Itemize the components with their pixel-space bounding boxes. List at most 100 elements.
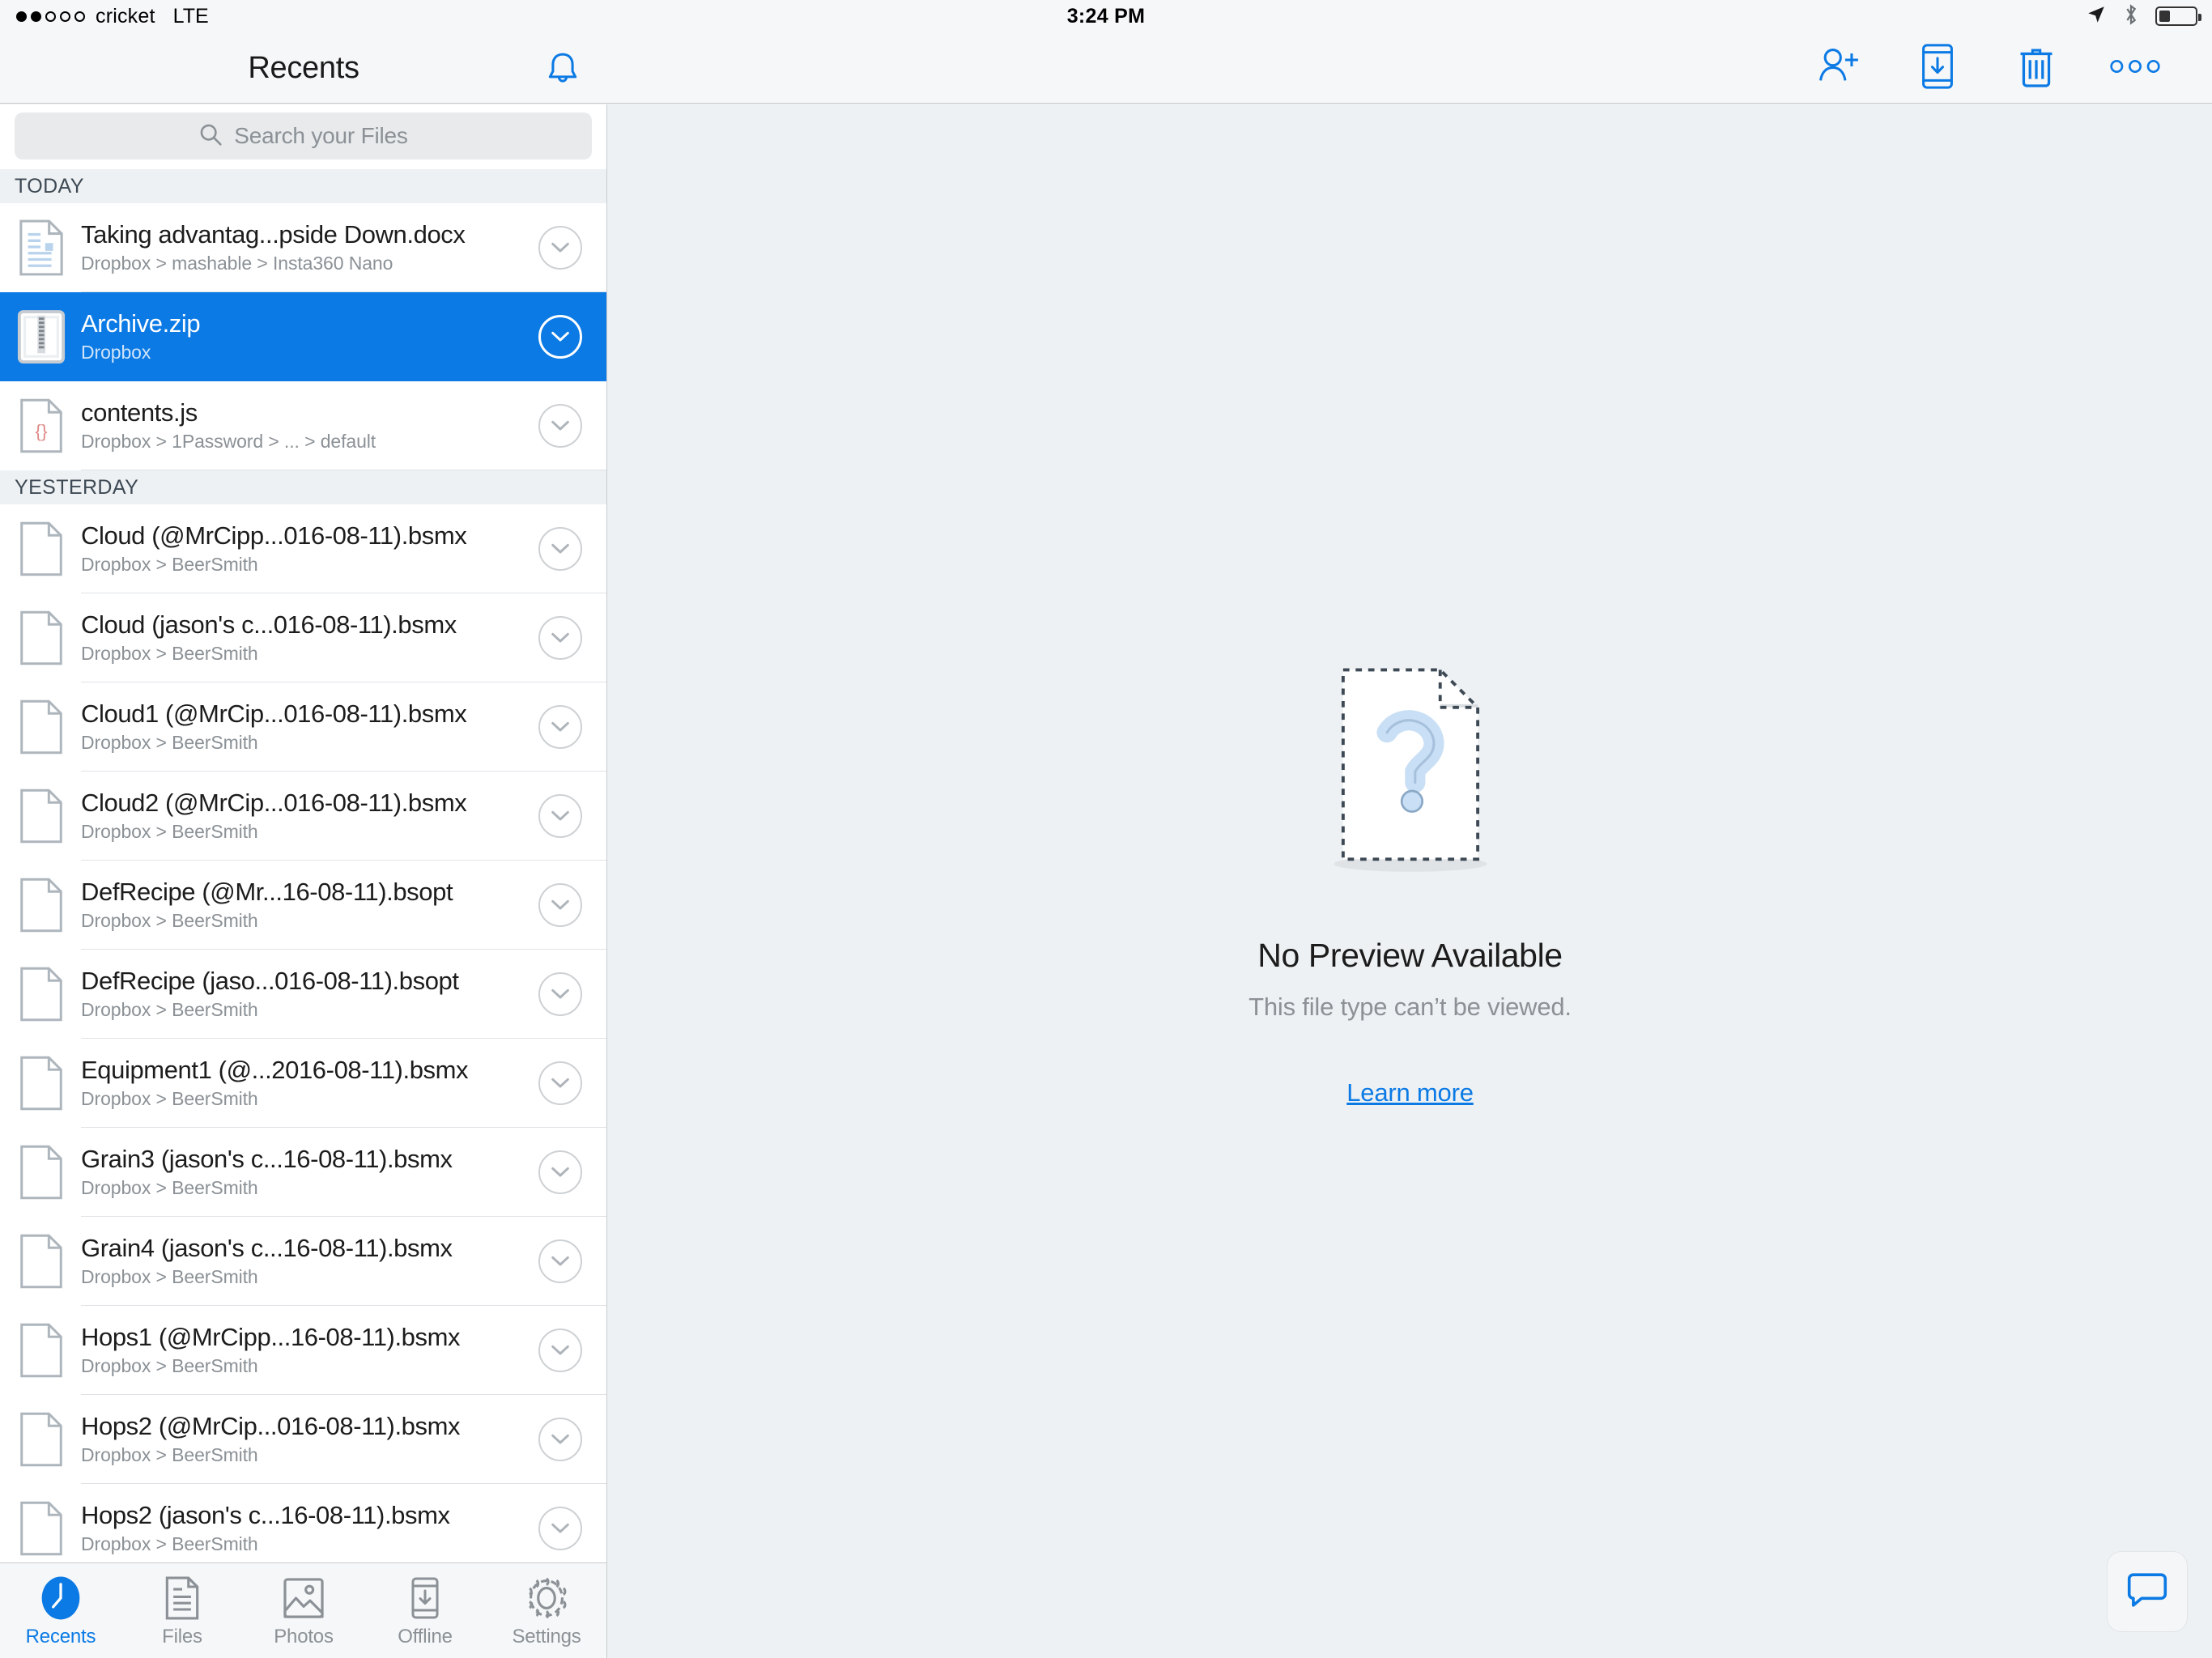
file-path: Dropbox > BeerSmith	[81, 821, 258, 843]
file-list-item[interactable]: Taking advantag...pside Down.docx Dropbox…	[0, 203, 606, 292]
file-actions-chevron-down-icon[interactable]	[538, 972, 582, 1016]
file-item-text: contents.js Dropbox > 1Password > ... > d…	[68, 399, 538, 453]
blank-file-icon	[15, 606, 68, 670]
device-download-icon	[1920, 43, 1955, 94]
file-actions-chevron-down-icon[interactable]	[538, 1507, 582, 1550]
search-icon	[198, 122, 223, 151]
file-list-item[interactable]: Hops1 (@MrCipp...16-08-11).bsmx Dropbox >…	[0, 1306, 606, 1395]
file-name: Grain4 (jason's c...16-08-11).bsmx	[81, 1234, 453, 1262]
tab-photos[interactable]: Photos	[243, 1563, 364, 1658]
file-item-text: DefRecipe (jaso...016-08-11).bsopt Dropbo…	[68, 967, 538, 1022]
file-name: DefRecipe (jaso...016-08-11).bsopt	[81, 967, 459, 995]
notifications-button[interactable]	[534, 50, 591, 91]
file-path: Dropbox > BeerSmith	[81, 1533, 258, 1555]
navigation-bar: Recents	[0, 32, 2212, 104]
status-bar: 3:24 PM cricket LTE	[0, 0, 2212, 32]
network-type-label: LTE	[172, 4, 209, 28]
file-name: Cloud (jason's c...016-08-11).bsmx	[81, 610, 457, 639]
blank-file-icon	[15, 1318, 68, 1383]
file-actions-chevron-down-icon[interactable]	[538, 315, 582, 359]
recents-file-list[interactable]: TODAY Taking advantag...pside Down.docx Dr…	[0, 169, 606, 1573]
file-actions-chevron-down-icon[interactable]	[538, 527, 582, 571]
file-list-item[interactable]: Cloud1 (@MrCip...016-08-11).bsmx Dropbox …	[0, 682, 606, 772]
blank-file-icon	[15, 695, 68, 759]
file-actions-chevron-down-icon[interactable]	[538, 705, 582, 749]
file-actions-chevron-down-icon[interactable]	[538, 616, 582, 660]
file-list-item[interactable]: Cloud2 (@MrCip...016-08-11).bsmx Dropbox …	[0, 772, 606, 861]
file-actions-chevron-down-icon[interactable]	[538, 1418, 582, 1461]
tab-recents[interactable]: Recents	[0, 1563, 121, 1658]
file-list-item[interactable]: Cloud (@MrCipp...016-08-11).bsmx Dropbox …	[0, 504, 606, 593]
file-actions-chevron-down-icon[interactable]	[538, 1239, 582, 1283]
search-input[interactable]: Search your Files	[15, 113, 592, 159]
file-list-item[interactable]: DefRecipe (jaso...016-08-11).bsopt Dropbo…	[0, 950, 606, 1039]
file-list-item[interactable]: DefRecipe (@Mr...16-08-11).bsopt Dropbox …	[0, 861, 606, 950]
file-list-item[interactable]: Hops2 (@MrCip...016-08-11).bsmx Dropbox >…	[0, 1395, 606, 1484]
save-to-device-button[interactable]	[1888, 32, 1987, 104]
more-options-button[interactable]	[2086, 32, 2184, 104]
file-path: Dropbox > BeerSmith	[81, 1266, 258, 1288]
file-name: contents.js	[81, 398, 198, 427]
blank-file-icon	[15, 1496, 68, 1561]
file-list-item[interactable]: Archive.zip Dropbox	[0, 292, 606, 381]
gear-icon	[524, 1574, 569, 1621]
location-arrow-icon	[2086, 4, 2107, 29]
file-item-text: Hops1 (@MrCipp...16-08-11).bsmx Dropbox >…	[68, 1324, 538, 1378]
status-bar-left: cricket LTE	[16, 5, 209, 28]
blank-file-icon	[15, 1229, 68, 1294]
file-list-item[interactable]: Grain3 (jason's c...16-08-11).bsmx Dropbo…	[0, 1128, 606, 1217]
file-list-item[interactable]: {} contents.js Dropbox > 1Password > ... >…	[0, 381, 606, 470]
file-name: Taking advantag...pside Down.docx	[81, 220, 466, 249]
file-actions-chevron-down-icon[interactable]	[538, 226, 582, 270]
share-add-person-button[interactable]	[1789, 32, 1888, 104]
file-name: Hops2 (@MrCip...016-08-11).bsmx	[81, 1412, 461, 1440]
device-download-icon	[408, 1574, 442, 1621]
file-actions-chevron-down-icon[interactable]	[538, 883, 582, 927]
person-add-icon	[1815, 43, 1862, 94]
file-name: Grain3 (jason's c...16-08-11).bsmx	[81, 1145, 453, 1173]
page-title: Recents	[248, 50, 359, 85]
no-preview-title: No Preview Available	[1257, 936, 1563, 974]
tab-files-label: Files	[162, 1625, 202, 1647]
blank-file-icon	[15, 1051, 68, 1116]
file-item-text: Archive.zip Dropbox	[68, 310, 538, 364]
blank-file-icon	[15, 784, 68, 848]
file-actions-chevron-down-icon[interactable]	[538, 794, 582, 838]
file-item-text: Cloud (@MrCipp...016-08-11).bsmx Dropbox …	[68, 522, 538, 576]
bell-icon	[545, 49, 581, 92]
file-path: Dropbox > BeerSmith	[81, 1444, 258, 1466]
svg-text:{}: {}	[36, 421, 48, 441]
tab-bar: Recents Files Photos Offline Settings	[0, 1562, 606, 1658]
doc-file-icon	[15, 215, 68, 280]
file-path: Dropbox > BeerSmith	[81, 643, 258, 665]
file-actions-chevron-down-icon[interactable]	[538, 1150, 582, 1194]
learn-more-link[interactable]: Learn more	[1346, 1078, 1474, 1107]
blank-file-icon	[15, 873, 68, 937]
tab-offline[interactable]: Offline	[364, 1563, 486, 1658]
file-list-item[interactable]: Equipment1 (@...2016-08-11).bsmx Dropbox …	[0, 1039, 606, 1128]
clock-icon	[38, 1574, 83, 1621]
file-actions-chevron-down-icon[interactable]	[538, 1061, 582, 1105]
section-header: YESTERDAY	[0, 470, 606, 504]
tab-settings[interactable]: Settings	[486, 1563, 606, 1658]
trash-icon	[2016, 44, 2057, 93]
file-name: Cloud2 (@MrCip...016-08-11).bsmx	[81, 789, 467, 817]
file-item-text: Hops2 (@MrCip...016-08-11).bsmx Dropbox >…	[68, 1413, 538, 1467]
document-icon	[163, 1574, 202, 1621]
file-name: DefRecipe (@Mr...16-08-11).bsopt	[81, 878, 453, 906]
file-actions-chevron-down-icon[interactable]	[538, 404, 582, 448]
delete-button[interactable]	[1987, 32, 2086, 104]
file-path: Dropbox > BeerSmith	[81, 910, 258, 932]
file-list-item[interactable]: Cloud (jason's c...016-08-11).bsmx Dropbo…	[0, 593, 606, 682]
support-chat-button[interactable]	[2107, 1551, 2188, 1632]
no-preview-subtitle: This file type can’t be viewed.	[1249, 992, 1572, 1021]
tab-files[interactable]: Files	[121, 1563, 243, 1658]
status-bar-right	[2086, 3, 2201, 30]
file-list-item[interactable]: Grain4 (jason's c...16-08-11).bsmx Dropbo…	[0, 1217, 606, 1306]
no-preview-document-question-icon	[1308, 656, 1512, 895]
file-path: Dropbox > BeerSmith	[81, 1355, 258, 1377]
file-actions-chevron-down-icon[interactable]	[538, 1329, 582, 1372]
file-list-item[interactable]: Hops2 (jason's c...16-08-11).bsmx Dropbox…	[0, 1484, 606, 1573]
file-name: Cloud1 (@MrCip...016-08-11).bsmx	[81, 699, 467, 728]
file-path: Dropbox > BeerSmith	[81, 1177, 258, 1199]
